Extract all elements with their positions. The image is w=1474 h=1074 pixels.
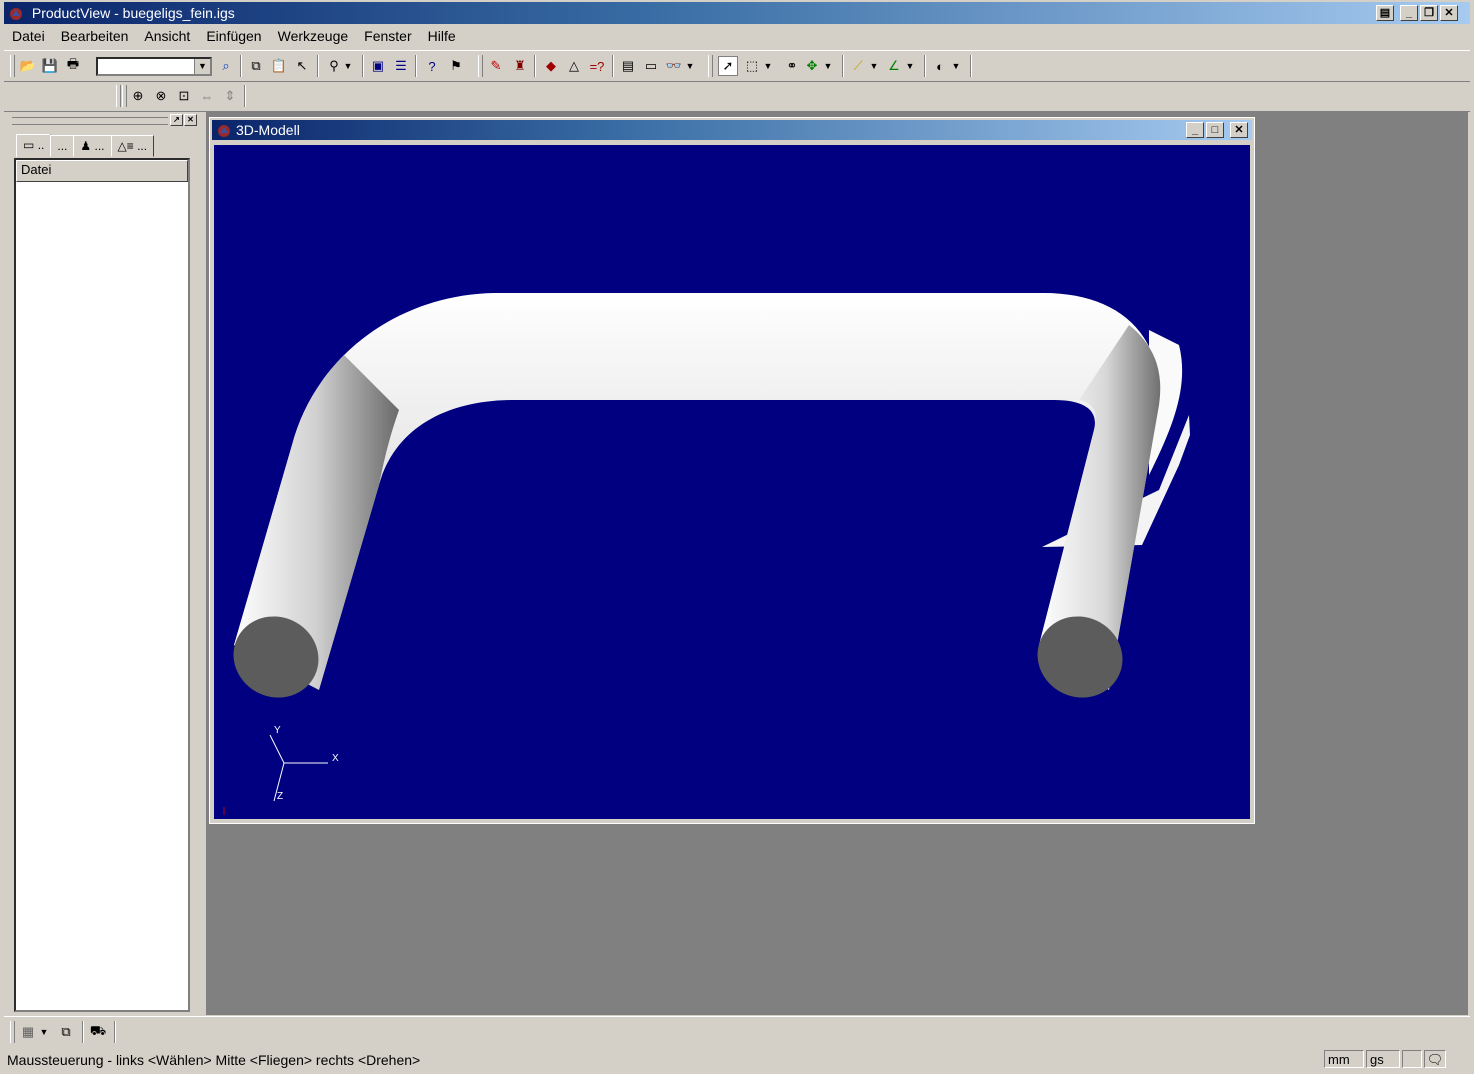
section-icon[interactable]: ◆ <box>541 56 561 76</box>
speech-bubble-icon[interactable]: 🗨 <box>1424 1050 1446 1068</box>
fit-height-icon[interactable]: ⇕ <box>220 86 240 106</box>
markup-icon[interactable]: ✎ <box>486 56 506 76</box>
fit-icon[interactable]: ⊡ <box>174 86 194 106</box>
properties-icon[interactable]: ▤ <box>618 56 638 76</box>
window-title: ProductView - buegeligs_fein.igs <box>31 5 235 21</box>
menu-fenster[interactable]: Fenster <box>356 25 419 47</box>
bottom-toolbar: ▦ ▼ ⧉ ⛟ <box>4 1016 1470 1047</box>
open-icon[interactable]: 📂 <box>18 56 38 76</box>
minimize-button[interactable]: _ <box>1400 5 1418 21</box>
help-icon[interactable]: ? <box>422 56 442 76</box>
zoom-in-icon[interactable]: ⊕ <box>128 86 148 106</box>
structure-panel: ↗ ✕ ▭ .. ... ♟ ... △≡ ... Datei <box>8 113 198 1015</box>
cascade-icon[interactable]: ▣ <box>368 56 388 76</box>
chevron-down-icon[interactable]: ▼ <box>342 56 354 76</box>
close-button[interactable]: ✕ <box>1440 5 1458 21</box>
axis-label-y: Y <box>274 725 281 736</box>
model-window: 3D-Modell _ □ ✕ X Y Z <box>209 117 1255 824</box>
link-icon[interactable]: ⚭ <box>782 56 802 76</box>
tab-4[interactable]: △≡ ... <box>110 135 155 157</box>
menu-bearbeiten[interactable]: Bearbeiten <box>53 25 137 47</box>
people-icon: ♟ <box>80 139 92 153</box>
print-icon[interactable]: 🖶 <box>63 56 83 76</box>
app-titlebar: ProductView - buegeligs_fein.igs ▤ _ ❐ ✕ <box>4 2 1470 24</box>
menu-ansicht[interactable]: Ansicht <box>136 25 198 47</box>
menubar: Datei Bearbeiten Ansicht Einfügen Werkze… <box>4 25 464 47</box>
measure-icon[interactable]: ⟋ <box>848 56 868 76</box>
copy-icon[interactable]: ⧉ <box>246 56 266 76</box>
maximize-button[interactable]: □ <box>1206 122 1224 138</box>
shading-icon[interactable]: ◐ <box>930 56 950 76</box>
tab-structure[interactable]: ▭ .. <box>16 134 52 157</box>
view-toolbar: ⊕ ⊗ ⊡ ⇔ ⇕ <box>4 81 1470 112</box>
folder-icon: ▭ <box>23 138 35 152</box>
panel-close-icon[interactable]: ✕ <box>184 114 197 126</box>
window-controls: ▤ _ ❐ ✕ <box>1376 5 1458 21</box>
main-toolbar: 📂 💾 🖶 ▼ ⌕ ⧉ 📋 ↖ ⚲ ▼ ▣ ☰ ? ⚑ ✎ ♜ ◆ △ =? ▤… <box>4 50 1470 82</box>
view-combo[interactable]: ▼ <box>96 57 212 76</box>
close-button[interactable]: ✕ <box>1230 122 1248 138</box>
chevron-down-icon[interactable]: ▼ <box>684 56 696 76</box>
axis-label-z: Z <box>277 791 283 802</box>
tile-icon[interactable]: ☰ <box>391 56 411 76</box>
chevron-down-icon[interactable]: ▼ <box>904 56 916 76</box>
select-icon[interactable]: ➚ <box>718 56 738 76</box>
model-render: X Y Z <box>223 293 1190 815</box>
paste-icon[interactable]: 📋 <box>269 56 289 76</box>
tab-3[interactable]: ♟ ... <box>73 135 112 157</box>
zoom-icon[interactable]: ⚲ <box>324 56 344 76</box>
zoom-area-icon[interactable]: ⊗ <box>151 86 171 106</box>
fit-width-icon[interactable]: ⇔ <box>197 86 217 106</box>
chevron-down-icon[interactable]: ▼ <box>822 56 834 76</box>
column-header-datei[interactable]: Datei <box>16 160 188 182</box>
restore-button[interactable]: ❐ <box>1420 5 1438 21</box>
note-icon[interactable]: ▭ <box>641 56 661 76</box>
statusbar: Maussteuerung - links <Wählen> Mitte <Fl… <box>4 1048 1470 1072</box>
status-message: Maussteuerung - links <Wählen> Mitte <Fl… <box>7 1052 421 1068</box>
camera-icon[interactable]: ⛟ <box>88 1022 108 1042</box>
menu-werkzeuge[interactable]: Werkzeuge <box>270 25 357 47</box>
explode-icon[interactable]: ✥ <box>802 56 822 76</box>
angle-icon[interactable]: ∠ <box>884 56 904 76</box>
menu-einfuegen[interactable]: Einfügen <box>198 25 269 47</box>
print-screen-icon[interactable]: ▤ <box>1376 5 1394 21</box>
binoculars-icon[interactable]: 👓 <box>664 56 684 76</box>
panel-tabs: ▭ .. ... ♟ ... △≡ ... <box>16 134 155 157</box>
save-icon[interactable]: 💾 <box>40 56 60 76</box>
chevron-down-icon[interactable]: ▼ <box>950 56 962 76</box>
tab-2[interactable]: ... <box>50 135 75 157</box>
undock-button[interactable]: ↗ <box>170 114 183 126</box>
query-eq-icon[interactable]: =? <box>587 56 607 76</box>
model-window-titlebar: 3D-Modell _ □ ✕ <box>212 120 1252 140</box>
chevron-down-icon[interactable]: ▼ <box>762 56 774 76</box>
region-icon[interactable]: ⬚ <box>742 56 762 76</box>
status-mode: gs <box>1366 1050 1400 1068</box>
chevron-down-icon[interactable]: ▼ <box>38 1022 50 1042</box>
compare-icon[interactable]: △ <box>564 56 584 76</box>
status-unit: mm <box>1324 1050 1364 1068</box>
find-icon[interactable]: ⌕ <box>216 56 236 76</box>
compare-icon: △≡ <box>117 139 134 153</box>
axis-label-x: X <box>332 753 339 764</box>
chevron-down-icon[interactable]: ▼ <box>194 59 210 74</box>
3d-viewport[interactable]: X Y Z <box>214 145 1250 819</box>
app-icon <box>216 123 232 139</box>
toolbar-grip[interactable] <box>10 55 15 77</box>
app-icon <box>8 6 24 22</box>
menu-datei[interactable]: Datei <box>4 25 53 47</box>
query-icon[interactable]: ⚑ <box>446 56 466 76</box>
structure-tree[interactable]: Datei <box>14 158 190 1012</box>
chevron-down-icon[interactable]: ▼ <box>868 56 880 76</box>
model-window-title: 3D-Modell <box>236 122 300 138</box>
view-properties-icon[interactable]: ▦ <box>18 1022 38 1042</box>
minimize-button[interactable]: _ <box>1186 122 1204 138</box>
menu-hilfe[interactable]: Hilfe <box>420 25 464 47</box>
status-indicator <box>1402 1050 1422 1068</box>
window-list-icon[interactable]: ⧉ <box>56 1022 76 1042</box>
pick-icon[interactable]: ↖ <box>292 56 312 76</box>
stamp-icon[interactable]: ♜ <box>510 56 530 76</box>
